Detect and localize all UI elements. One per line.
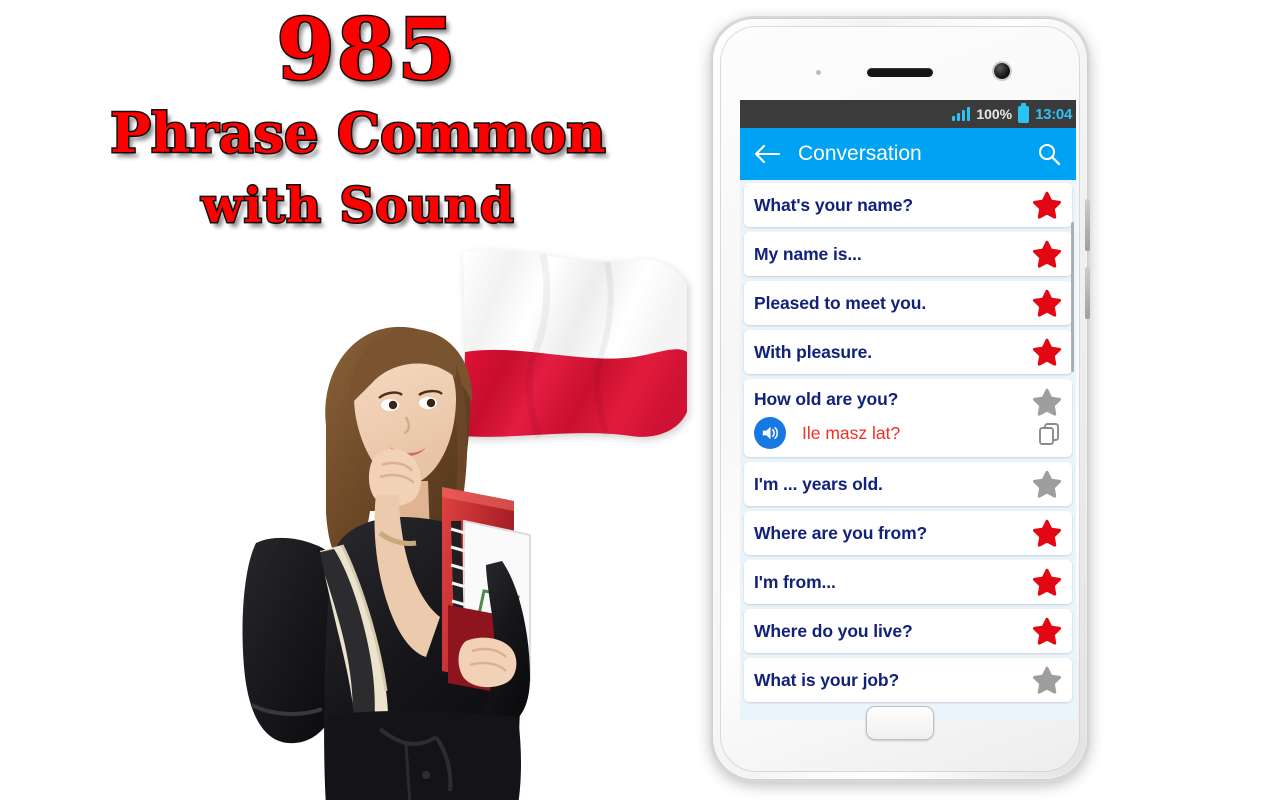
volume-down-button[interactable] — [1085, 267, 1090, 319]
scrollbar-thumb[interactable] — [1071, 222, 1074, 372]
earpiece-speaker — [867, 68, 933, 77]
promo-headline: Phrase Common — [109, 101, 607, 165]
phrase-text: What's your name? — [754, 194, 914, 215]
student-photo — [242, 326, 531, 800]
copy-icon[interactable] — [1036, 421, 1062, 447]
list-item[interactable]: What's your name? — [744, 183, 1072, 227]
translation-text: Ile masz lat? — [802, 422, 901, 443]
star-favorite-icon[interactable] — [1032, 190, 1062, 220]
proximity-sensor-icon — [816, 70, 821, 75]
scrollbar-track[interactable] — [1071, 182, 1075, 716]
star-inactive-icon[interactable] — [1032, 469, 1062, 499]
phrase-list[interactable]: What's your name? My name is... Pleased … — [740, 180, 1076, 720]
star-inactive-icon[interactable] — [1032, 665, 1062, 695]
front-camera-icon — [994, 63, 1010, 79]
battery-percent: 100% — [976, 106, 1013, 122]
phrase-text: Where do you live? — [754, 620, 913, 641]
phone-body: 100% 13:04 Conversation What's your name… — [720, 26, 1080, 772]
phrase-text: I'm from... — [754, 571, 836, 592]
phrase-text: My name is... — [754, 243, 862, 264]
phrase-count: 985 — [275, 0, 458, 99]
list-item[interactable]: Where are you from? — [744, 511, 1072, 555]
star-favorite-icon[interactable] — [1032, 288, 1062, 318]
phrase-text: How old are you? — [754, 388, 899, 409]
back-arrow-icon[interactable] — [750, 137, 784, 171]
phrase-text: Where are you from? — [754, 522, 928, 543]
signal-bars-icon — [952, 107, 971, 121]
list-item[interactable]: I'm ... years old. — [744, 462, 1072, 506]
app-bar-title: Conversation — [798, 142, 922, 165]
phrase-text: With pleasure. — [754, 341, 873, 362]
promo-subheadline: with Sound — [200, 178, 515, 234]
phrase-text: What is your job? — [754, 669, 900, 690]
promo-banner: 985 Phrase Common with Sound 100% 13:04 … — [0, 0, 1280, 800]
volume-up-button[interactable] — [1085, 199, 1090, 251]
phone-screen: 100% 13:04 Conversation What's your name… — [740, 100, 1076, 720]
list-item[interactable]: I'm from... — [744, 560, 1072, 604]
list-item-expanded[interactable]: How old are you? Ile masz lat? — [744, 379, 1072, 457]
phone-device: 100% 13:04 Conversation What's your name… — [712, 18, 1090, 780]
app-bar: Conversation — [740, 128, 1076, 180]
star-favorite-icon[interactable] — [1032, 616, 1062, 646]
list-item[interactable]: With pleasure. — [744, 330, 1072, 374]
list-item[interactable]: What is your job? — [744, 658, 1072, 702]
status-clock: 13:04 — [1035, 105, 1072, 123]
list-item[interactable]: Pleased to meet you. — [744, 281, 1072, 325]
phrase-text: Pleased to meet you. — [754, 292, 927, 313]
star-inactive-icon[interactable] — [1032, 387, 1062, 417]
promo-title-block: 985 Phrase Common with Sound — [0, 0, 716, 234]
list-item[interactable]: Where do you live? — [744, 609, 1072, 653]
star-favorite-icon[interactable] — [1032, 518, 1062, 548]
phrase-text: I'm ... years old. — [754, 473, 883, 494]
speaker-icon[interactable] — [754, 417, 786, 449]
star-favorite-icon[interactable] — [1032, 239, 1062, 269]
status-bar: 100% 13:04 — [740, 100, 1076, 128]
star-favorite-icon[interactable] — [1032, 337, 1062, 367]
search-icon[interactable] — [1032, 137, 1066, 171]
home-button[interactable] — [866, 706, 934, 740]
battery-full-icon — [1018, 102, 1030, 123]
list-item[interactable]: My name is... — [744, 232, 1072, 276]
star-favorite-icon[interactable] — [1032, 567, 1062, 597]
